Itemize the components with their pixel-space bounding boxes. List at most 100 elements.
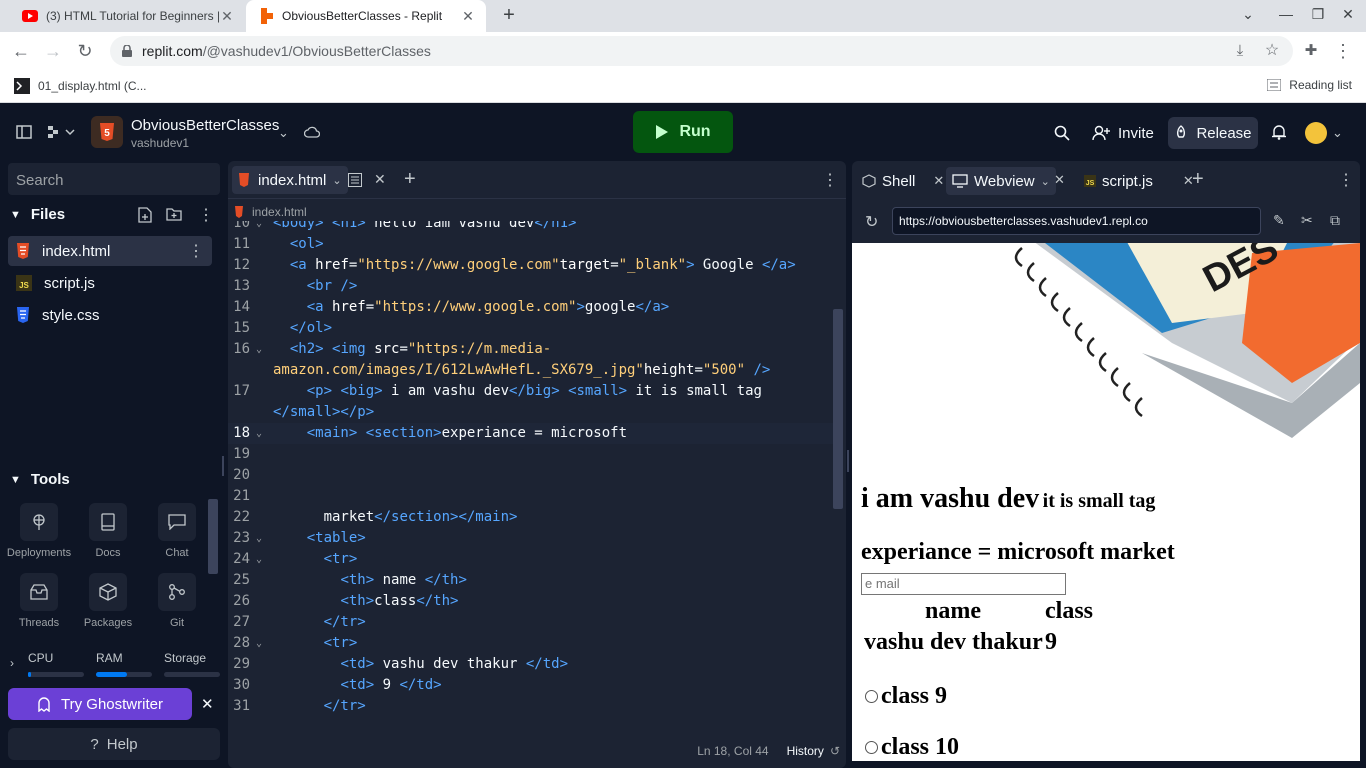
chevron-right-icon[interactable]: ›	[10, 656, 14, 670]
code-line[interactable]: 21	[228, 486, 834, 507]
fold-chevron-icon[interactable]: ⌄	[256, 423, 262, 444]
code-line[interactable]: 14 <a href="https://www.google.com">goog…	[228, 297, 834, 318]
pane-menu-icon[interactable]: ⋮	[822, 170, 838, 190]
browser-tab-youtube[interactable]: (3) HTML Tutorial for Beginners | ✕	[8, 0, 245, 32]
close-tab-icon[interactable]: ✕	[219, 8, 235, 25]
devtools-icon[interactable]: ✂	[1301, 212, 1313, 229]
code-line[interactable]: 28 ⌄ <tr>	[228, 633, 834, 654]
help-button[interactable]: ? Help	[8, 728, 220, 760]
fold-chevron-icon[interactable]: ⌄	[256, 549, 262, 570]
code-line[interactable]: amazon.com/images/I/612LwAwHefL._SX679_.…	[228, 360, 834, 381]
code-line[interactable]: 20	[228, 465, 834, 486]
open-new-tab-icon[interactable]: ⧉	[1330, 212, 1340, 229]
radio-class-10[interactable]: class 10	[865, 734, 959, 761]
sidebar-search-input[interactable]: Search	[8, 163, 220, 195]
code-line[interactable]: 25 <th> name </th>	[228, 570, 834, 591]
add-tab-icon[interactable]: +	[404, 168, 416, 191]
close-icon[interactable]: ✕	[201, 695, 214, 713]
tab-webview[interactable]: Webview ⌄	[946, 167, 1056, 195]
code-line[interactable]: 16 ⌄ <h2> <img src="https://m.media-	[228, 339, 834, 360]
editor-scrollbar[interactable]	[833, 309, 843, 509]
code-line[interactable]: 12 <a href="https://www.google.com"targe…	[228, 255, 834, 276]
code-area[interactable]: 10 ⌄ <body> <h1> hello iam vashu dev</h1> 1…	[228, 221, 834, 731]
install-app-icon[interactable]: ⤓	[1229, 40, 1251, 62]
tool-docs[interactable]: Docs	[80, 503, 136, 559]
fold-chevron-icon[interactable]: ⌄	[256, 528, 262, 549]
close-window-icon[interactable]: ✕	[1338, 6, 1358, 26]
extensions-icon[interactable]: ✚	[1300, 40, 1322, 62]
chevron-down-icon[interactable]: ⌄	[332, 174, 341, 187]
reload-icon[interactable]: ↻	[74, 40, 96, 62]
files-menu-icon[interactable]: ⋮	[198, 205, 214, 225]
new-tab-button[interactable]: +	[498, 5, 520, 27]
webview-url-input[interactable]: https://obviousbetterclasses.vashudev1.r…	[892, 207, 1261, 235]
tool-threads[interactable]: Threads	[11, 573, 67, 629]
fold-chevron-icon[interactable]: ⌄	[256, 633, 262, 654]
code-line[interactable]: 23 ⌄ <table>	[228, 528, 834, 549]
code-line[interactable]: 26 <th>class</th>	[228, 591, 834, 612]
code-line[interactable]: 22 market</section></main>	[228, 507, 834, 528]
files-section-header[interactable]: ▼ Files	[10, 206, 65, 223]
outline-icon[interactable]	[348, 173, 362, 187]
code-line[interactable]: 27 </tr>	[228, 612, 834, 633]
file-item-script-js[interactable]: JS script.js	[8, 268, 212, 298]
reading-list[interactable]: Reading list	[1267, 78, 1352, 92]
pane-resize-handle[interactable]	[847, 450, 849, 472]
tools-section-header[interactable]: ▼ Tools	[10, 471, 70, 488]
bookmark-item[interactable]: 01_display.html (C...	[14, 78, 147, 94]
tab-script-js[interactable]: JS script.js ✕	[1084, 169, 1194, 193]
release-button[interactable]: Release	[1168, 117, 1258, 149]
pane-menu-icon[interactable]: ⋮	[1338, 170, 1354, 190]
chevron-down-icon[interactable]: ⌄	[278, 125, 289, 141]
radio-button[interactable]	[865, 741, 878, 754]
forward-icon[interactable]: →	[42, 40, 64, 62]
run-button[interactable]: Run	[633, 111, 733, 153]
browser-tab-replit[interactable]: ObviousBetterClasses - Replit ✕	[246, 0, 486, 32]
invite-button[interactable]: Invite	[1084, 118, 1162, 148]
restore-icon[interactable]: ❐	[1308, 6, 1328, 26]
add-tab-icon[interactable]: +	[1192, 168, 1204, 191]
code-line[interactable]: </small></p>	[228, 402, 834, 423]
file-menu-icon[interactable]: ⋮	[188, 241, 204, 261]
file-item-index-html[interactable]: index.html ⋮	[8, 236, 212, 266]
tool-packages[interactable]: Packages	[80, 573, 136, 629]
code-line[interactable]: 19	[228, 444, 834, 465]
sidebar-toggle-icon[interactable]	[16, 125, 32, 139]
chevron-down-icon[interactable]: ⌄	[1332, 125, 1343, 141]
tools-scrollbar[interactable]	[208, 499, 218, 574]
fold-chevron-icon[interactable]: ⌄	[256, 339, 262, 360]
file-item-style-css[interactable]: style.css	[8, 300, 212, 330]
edit-icon[interactable]: ✎	[1273, 212, 1285, 229]
radio-button[interactable]	[865, 690, 878, 703]
new-file-icon[interactable]	[138, 207, 152, 223]
history-button[interactable]: History	[787, 744, 824, 758]
close-tab-icon[interactable]: ✕	[460, 8, 476, 25]
email-field[interactable]: e mail	[861, 573, 1066, 595]
code-line[interactable]: 11 <ol>	[228, 234, 834, 255]
fold-chevron-icon[interactable]: ⌄	[256, 221, 262, 234]
tab-search-icon[interactable]: ⌄	[1238, 6, 1258, 26]
close-tab-icon[interactable]: ✕	[933, 173, 944, 189]
bookmark-star-icon[interactable]: ☆	[1261, 40, 1283, 62]
back-icon[interactable]: ←	[10, 40, 32, 62]
code-line[interactable]: 30 <td> 9 </td>	[228, 675, 834, 696]
code-line[interactable]: 10 ⌄ <body> <h1> hello iam vashu dev</h1>	[228, 221, 834, 234]
repl-name[interactable]: ObviousBetterClasses	[131, 117, 279, 134]
code-line[interactable]: 17 <p> <big> i am vashu dev</big> <small…	[228, 381, 834, 402]
tool-deployments[interactable]: Deployments	[7, 503, 71, 559]
code-line[interactable]: 15 </ol>	[228, 318, 834, 339]
code-line[interactable]: 31 </tr>	[228, 696, 834, 717]
try-ghostwriter-button[interactable]: Try Ghostwriter	[8, 688, 192, 720]
code-line[interactable]: 24 ⌄ <tr>	[228, 549, 834, 570]
editor-tab-index-html[interactable]: index.html ⌄	[232, 166, 348, 194]
close-tab-icon[interactable]: ✕	[374, 171, 386, 188]
resize-handle[interactable]	[222, 456, 224, 476]
menu-dots-icon[interactable]: ⋮	[1332, 40, 1354, 62]
avatar[interactable]	[1305, 122, 1327, 144]
address-bar[interactable]: replit.com/@vashudev1/ObviousBetterClass…	[110, 36, 1293, 66]
code-line[interactable]: 13 <br />	[228, 276, 834, 297]
chevron-down-icon[interactable]: ⌄	[1041, 175, 1050, 188]
bell-icon[interactable]	[1272, 124, 1286, 140]
minimize-icon[interactable]: —	[1276, 6, 1296, 26]
radio-class-9[interactable]: class 9	[865, 683, 947, 710]
